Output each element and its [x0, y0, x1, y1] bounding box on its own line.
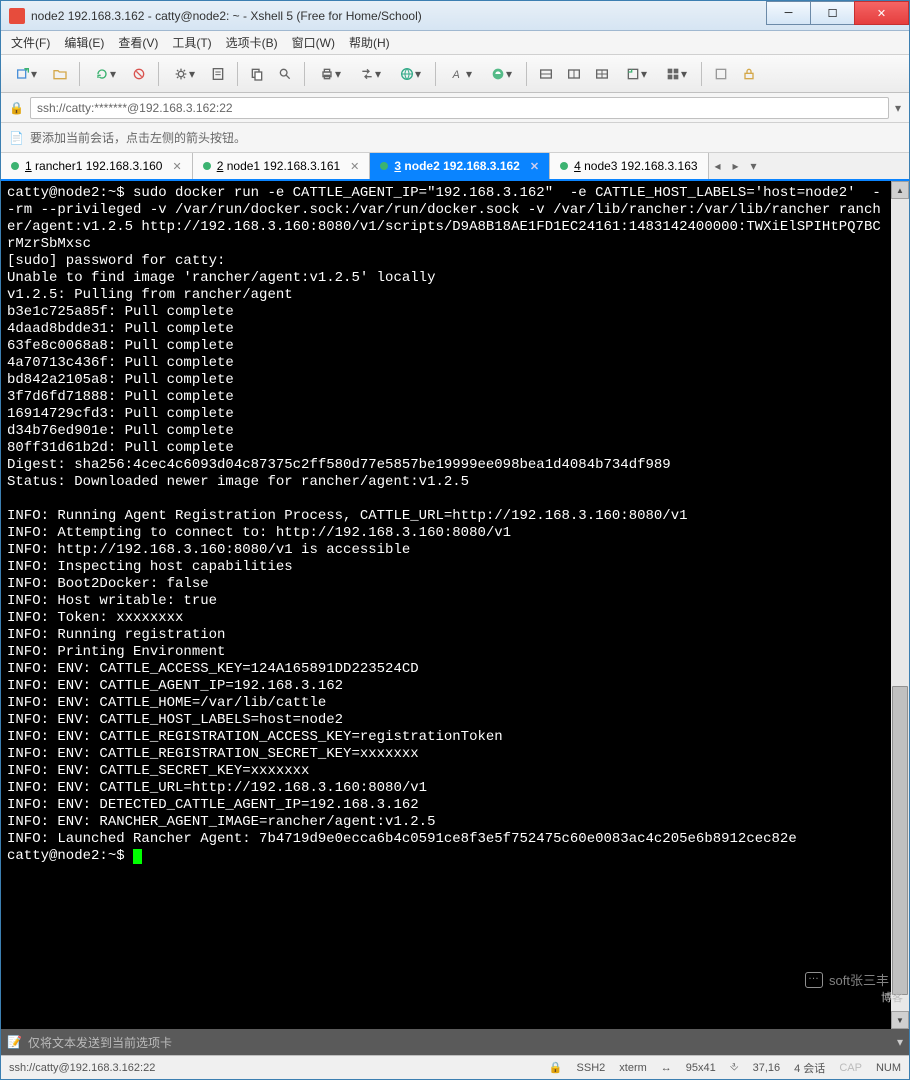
- toolbar: ▾ ▾ ▾ ▾ ▾ ▾ A▾ ▾ ▾ ▾: [1, 55, 909, 93]
- status-dot-icon: [380, 162, 388, 170]
- tab-node2[interactable]: 3 node2 192.168.3.162 ✕: [370, 153, 550, 179]
- app-window: node2 192.168.3.162 - catty@node2: ~ - X…: [0, 0, 910, 1080]
- separator: [304, 62, 305, 86]
- tab-rancher1[interactable]: 1 rancher1 192.168.3.160 ✕: [1, 153, 193, 179]
- status-pos-icon: ⎀: [730, 1061, 739, 1074]
- status-dot-icon: [560, 162, 568, 170]
- scrollbar[interactable]: ▲ ▼: [891, 181, 909, 1029]
- tool-button[interactable]: [708, 60, 734, 88]
- status-dot-icon: [203, 162, 211, 170]
- status-cap: CAP: [839, 1062, 862, 1074]
- status-cursor-pos: 37,16: [753, 1062, 781, 1074]
- color-button[interactable]: ▾: [482, 60, 520, 88]
- status-sessions: 4 会话: [794, 1060, 825, 1076]
- fullscreen-button[interactable]: ▾: [617, 60, 655, 88]
- command-text: sudo docker run -e CATTLE_AGENT_IP="192.…: [7, 185, 881, 252]
- find-button[interactable]: [272, 60, 298, 88]
- app-icon: [9, 8, 25, 24]
- status-address: ssh://catty@192.168.3.162:22: [9, 1062, 155, 1074]
- titlebar[interactable]: node2 192.168.3.162 - catty@node2: ~ - X…: [1, 1, 909, 31]
- add-session-icon[interactable]: 📄: [9, 131, 24, 145]
- address-field[interactable]: ssh://catty:*******@192.168.3.162:22: [30, 97, 889, 119]
- prompt: catty@node2:~$: [7, 185, 133, 201]
- window-title: node2 192.168.3.162 - catty@node2: ~ - X…: [31, 9, 767, 23]
- layout1-button[interactable]: [533, 60, 559, 88]
- font-button[interactable]: A▾: [442, 60, 480, 88]
- menu-file[interactable]: 文件(F): [5, 32, 56, 53]
- reconnect-button[interactable]: ▾: [86, 60, 124, 88]
- menu-window[interactable]: 窗口(W): [286, 32, 341, 53]
- separator: [526, 62, 527, 86]
- copy-button[interactable]: [244, 60, 270, 88]
- tab-close-icon[interactable]: ✕: [172, 160, 181, 173]
- scroll-up-button[interactable]: ▲: [891, 181, 909, 199]
- layout-preset-button[interactable]: ▾: [657, 60, 695, 88]
- tabstrip: 1 rancher1 192.168.3.160 ✕ 2 node1 192.1…: [1, 153, 909, 181]
- menu-edit[interactable]: 编辑(E): [58, 32, 110, 53]
- separator: [701, 62, 702, 86]
- tab-node3[interactable]: 4 node3 192.168.3.163: [550, 153, 708, 179]
- lock-icon: 🔒: [9, 101, 24, 115]
- tab-node1[interactable]: 2 node1 192.168.3.161 ✕: [193, 153, 371, 179]
- scroll-track[interactable]: [891, 199, 909, 1011]
- terminal[interactable]: catty@node2:~$ sudo docker run -e CATTLE…: [1, 181, 891, 1029]
- status-ssh-icon: 🔒: [549, 1061, 563, 1074]
- encoding-button[interactable]: ▾: [391, 60, 429, 88]
- tab-scroll-left[interactable]: ◂: [709, 153, 727, 179]
- properties-button[interactable]: ▾: [165, 60, 203, 88]
- status-num: NUM: [876, 1062, 901, 1074]
- menubar: 文件(F) 编辑(E) 查看(V) 工具(T) 选项卡(B) 窗口(W) 帮助(…: [1, 31, 909, 55]
- status-size: 95x41: [686, 1062, 716, 1074]
- terminal-output: [sudo] password for catty: Unable to fin…: [7, 253, 797, 847]
- lock-button[interactable]: [736, 60, 762, 88]
- statusbar: ssh://catty@192.168.3.162:22 🔒 SSH2 xter…: [1, 1055, 909, 1079]
- layout3-button[interactable]: [589, 60, 615, 88]
- compose-dropdown-icon[interactable]: ▾: [897, 1035, 903, 1049]
- status-term: xterm: [619, 1062, 647, 1074]
- tab-close-icon[interactable]: ✕: [350, 160, 359, 173]
- new-session-button[interactable]: ▾: [7, 60, 45, 88]
- separator: [79, 62, 80, 86]
- transfer-button[interactable]: ▾: [351, 60, 389, 88]
- address-dropdown-icon[interactable]: ▾: [895, 101, 901, 115]
- window-controls: ─ ☐ ✕: [767, 1, 909, 30]
- tab-scroll-right[interactable]: ▸: [727, 153, 745, 179]
- scroll-down-button[interactable]: ▼: [891, 1011, 909, 1029]
- addressbar: 🔒 ssh://catty:*******@192.168.3.162:22 ▾: [1, 93, 909, 123]
- compose-placeholder: 仅将文本发送到当前选项卡: [28, 1034, 172, 1051]
- menu-help[interactable]: 帮助(H): [343, 32, 396, 53]
- menu-tools[interactable]: 工具(T): [166, 32, 217, 53]
- cursor-icon: [133, 849, 142, 864]
- hintbar: 📄 要添加当前会话，点击左侧的箭头按钮。: [1, 123, 909, 153]
- tab-close-icon[interactable]: ✕: [530, 160, 539, 173]
- disconnect-button[interactable]: [126, 60, 152, 88]
- close-button[interactable]: ✕: [854, 1, 909, 25]
- maximize-button[interactable]: ☐: [810, 1, 855, 25]
- menu-tabs[interactable]: 选项卡(B): [220, 32, 284, 53]
- terminal-area: catty@node2:~$ sudo docker run -e CATTLE…: [1, 181, 909, 1029]
- compose-bar[interactable]: 📝 仅将文本发送到当前选项卡 ▾: [1, 1029, 909, 1055]
- tab-menu[interactable]: ▾: [745, 153, 763, 179]
- status-dot-icon: [11, 162, 19, 170]
- open-button[interactable]: [47, 60, 73, 88]
- separator: [435, 62, 436, 86]
- separator: [158, 62, 159, 86]
- status-protocol: SSH2: [577, 1062, 606, 1074]
- prompt: catty@node2:~$: [7, 848, 133, 864]
- minimize-button[interactable]: ─: [766, 1, 811, 25]
- hint-text: 要添加当前会话，点击左侧的箭头按钮。: [30, 129, 246, 146]
- separator: [237, 62, 238, 86]
- send-mode-icon[interactable]: 📝: [7, 1035, 22, 1049]
- menu-view[interactable]: 查看(V): [112, 32, 164, 53]
- svg-text:A: A: [452, 69, 460, 81]
- status-size-icon: ↔: [661, 1062, 672, 1074]
- script-button[interactable]: [205, 60, 231, 88]
- scroll-thumb[interactable]: [892, 686, 908, 995]
- layout2-button[interactable]: [561, 60, 587, 88]
- print-button[interactable]: ▾: [311, 60, 349, 88]
